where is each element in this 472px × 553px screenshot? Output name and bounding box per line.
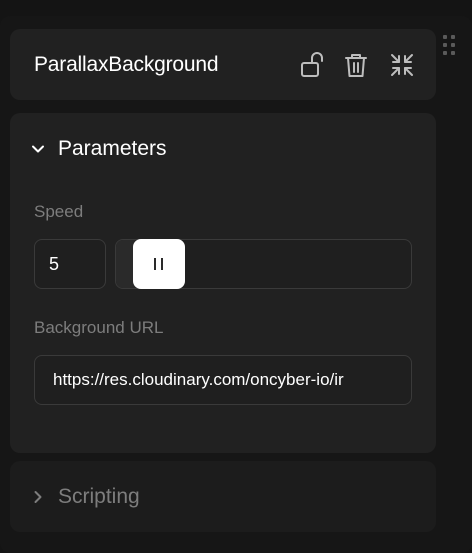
- speed-slider[interactable]: [115, 239, 412, 289]
- speed-slider-thumb[interactable]: [133, 239, 185, 289]
- scripting-section: Scripting: [10, 461, 436, 532]
- scripting-label: Scripting: [58, 485, 140, 508]
- scripting-toggle[interactable]: Scripting: [28, 483, 140, 511]
- speed-input[interactable]: [34, 239, 106, 289]
- panel-header: ParallaxBackground: [10, 29, 436, 100]
- pause-bars-icon: [154, 258, 163, 270]
- background-url-input[interactable]: [34, 355, 412, 405]
- speed-label: Speed: [34, 202, 84, 221]
- trash-icon[interactable]: [342, 51, 370, 79]
- chevron-right-icon: [34, 491, 42, 503]
- chevron-down-icon: [32, 145, 44, 153]
- drag-handle-icon[interactable]: [443, 35, 459, 55]
- background-url-label: Background URL: [34, 318, 164, 337]
- parameters-section: Parameters Speed Background URL: [10, 113, 436, 453]
- component-title: ParallaxBackground: [34, 53, 219, 76]
- parameters-label: Parameters: [58, 137, 167, 160]
- parameters-toggle[interactable]: Parameters: [28, 135, 167, 163]
- component-panel: ParallaxBackground Parameters Speed 5 Ba…: [0, 16, 472, 553]
- unlock-icon[interactable]: [300, 51, 328, 79]
- collapse-arrows-icon[interactable]: [388, 51, 416, 79]
